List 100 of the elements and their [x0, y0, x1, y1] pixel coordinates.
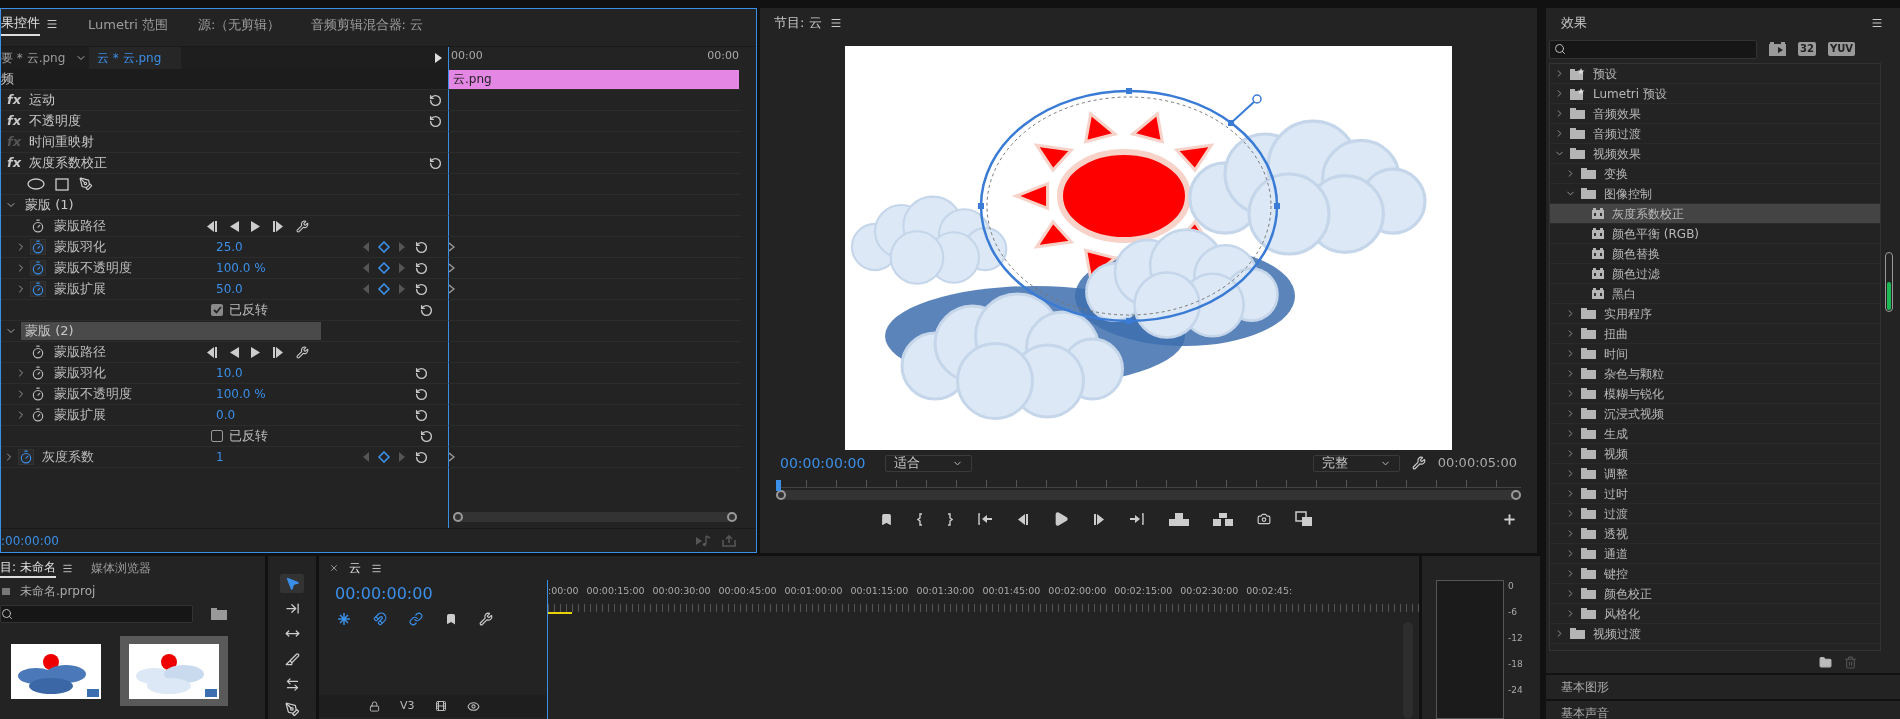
effect-toggle[interactable]: fx — [7, 111, 29, 131]
tree-item[interactable]: 生成 — [1550, 424, 1880, 444]
stopwatch-icon[interactable] — [19, 450, 33, 464]
go-to-next-icon[interactable] — [272, 220, 284, 232]
reset-icon[interactable] — [415, 282, 428, 296]
panel-tab[interactable]: 媒体浏览器 — [90, 559, 151, 577]
tree-item[interactable]: 颜色校正 — [1550, 584, 1880, 604]
tree-item[interactable]: 实用程序 — [1550, 304, 1880, 324]
play-icon[interactable] — [251, 346, 260, 358]
tree-item[interactable]: 通道 — [1550, 544, 1880, 564]
tree-item[interactable]: 预设 — [1550, 64, 1880, 84]
tree-item[interactable]: 透视 — [1550, 524, 1880, 544]
panel-title[interactable]: 节目: 云 — [774, 13, 822, 33]
stopwatch-icon[interactable] — [31, 282, 45, 296]
camera-icon[interactable] — [1257, 512, 1271, 526]
tree-item[interactable]: 音频过渡 — [1550, 124, 1880, 144]
marker-icon[interactable] — [445, 613, 457, 625]
keyframe-navigator-icon[interactable] — [361, 241, 407, 253]
reset-icon[interactable] — [429, 93, 442, 107]
property-value[interactable]: 10.0 — [216, 364, 361, 382]
menu-icon[interactable] — [829, 17, 842, 29]
effect-toggle[interactable]: fx — [7, 153, 29, 173]
tree-item[interactable]: 时间 — [1550, 344, 1880, 364]
wrench-icon[interactable] — [1411, 456, 1426, 470]
reset-icon[interactable] — [429, 156, 442, 170]
wrench-icon[interactable] — [296, 219, 309, 233]
tree-item[interactable]: 过渡 — [1550, 504, 1880, 524]
collapsed-panel[interactable]: 基本图形 — [1546, 675, 1900, 699]
go-to-in-icon[interactable] — [977, 513, 993, 525]
step-back-icon[interactable] — [1017, 513, 1029, 525]
compare-icon[interactable] — [1295, 511, 1313, 527]
panel-title[interactable]: 效果 — [1561, 13, 1587, 33]
eye-icon[interactable] — [466, 699, 480, 713]
reset-icon[interactable] — [415, 408, 428, 422]
tree-item[interactable]: 视频过渡 — [1550, 624, 1880, 644]
tree-item[interactable]: Lumetri 预设 — [1550, 84, 1880, 104]
tree-item[interactable]: 颜色过滤 — [1550, 264, 1880, 284]
rectangle-mask-icon[interactable] — [55, 177, 69, 191]
checkbox[interactable] — [211, 304, 223, 316]
go-to-previous-icon[interactable] — [206, 346, 218, 358]
tree-item[interactable]: 杂色与颗粒 — [1550, 364, 1880, 384]
reset-icon[interactable] — [415, 366, 428, 380]
link-icon[interactable] — [409, 612, 423, 626]
magnet-icon[interactable] — [373, 612, 387, 626]
tree-item[interactable]: 扭曲 — [1550, 324, 1880, 344]
stopwatch-icon[interactable] — [31, 408, 45, 422]
marker-icon[interactable] — [880, 512, 893, 526]
reset-icon[interactable] — [415, 387, 428, 401]
tree-item[interactable]: 沉浸式视频 — [1550, 404, 1880, 424]
collapsed-panel[interactable]: 基本声音 — [1546, 701, 1900, 719]
go-to-previous-icon[interactable] — [206, 220, 218, 232]
tree-item[interactable]: 颜色平衡 (RGB) — [1550, 224, 1880, 244]
panel-tab[interactable]: 果控件 — [1, 12, 40, 36]
clip-thumbnail[interactable] — [120, 636, 228, 706]
tree-item[interactable]: 过时 — [1550, 484, 1880, 504]
extract-icon[interactable] — [1213, 512, 1233, 526]
pointer-icon[interactable] — [280, 574, 304, 594]
reset-icon[interactable] — [420, 303, 433, 317]
sync-lock-icon[interactable] — [434, 700, 447, 712]
menu-icon[interactable] — [46, 18, 58, 31]
stopwatch-icon[interactable] — [31, 345, 45, 359]
tree-item[interactable]: 风格化 — [1550, 604, 1880, 624]
go-to-out-icon[interactable] — [1129, 513, 1145, 525]
zoom-dropdown[interactable]: 适合 — [885, 454, 972, 472]
property-value[interactable]: 50.0 — [216, 280, 361, 298]
mark-out-icon[interactable] — [947, 512, 953, 526]
tree-item[interactable]: 变换 — [1550, 164, 1880, 184]
menu-icon[interactable] — [61, 562, 73, 574]
filter-button[interactable]: 32 — [1798, 42, 1816, 56]
time-ruler[interactable]: 00:00 00:00 — [448, 47, 741, 69]
play-icon[interactable] — [1053, 511, 1069, 527]
reset-icon[interactable] — [415, 240, 428, 254]
pen-icon[interactable] — [79, 177, 93, 191]
tree-item[interactable]: 黑白 — [1550, 284, 1880, 304]
new-folder-icon[interactable] — [1819, 655, 1832, 669]
nest-icon[interactable] — [337, 612, 351, 626]
mark-in-icon[interactable] — [917, 512, 923, 526]
keyframe-navigator-icon[interactable] — [361, 262, 407, 274]
stopwatch-icon[interactable] — [31, 219, 45, 233]
property-value[interactable]: 1 — [216, 448, 361, 466]
stopwatch-icon[interactable] — [31, 261, 45, 275]
master-clip-tab[interactable]: 要 * 云.png — [1, 49, 73, 67]
menu-icon[interactable] — [1871, 17, 1883, 29]
play-backward-icon[interactable] — [230, 220, 239, 232]
mask-label[interactable]: 蒙版 (2) — [21, 322, 321, 340]
zoom-scrollbar[interactable] — [453, 512, 737, 522]
tree-item[interactable]: 视频 — [1550, 444, 1880, 464]
effect-toggle[interactable]: fx — [7, 90, 29, 110]
tree-item[interactable]: 灰度系数校正 — [1550, 204, 1880, 224]
play-icon[interactable] — [435, 53, 442, 63]
lift-icon[interactable] — [1169, 512, 1189, 526]
tree-item[interactable]: 键控 — [1550, 564, 1880, 584]
sequence-tab[interactable]: 云 — [349, 559, 361, 577]
reset-icon[interactable] — [415, 450, 428, 464]
menu-icon[interactable] — [371, 562, 382, 574]
filter-button[interactable]: YUV — [1827, 42, 1856, 56]
stopwatch-icon[interactable] — [31, 366, 45, 380]
mask-label[interactable]: 蒙版 (1) — [21, 196, 78, 214]
wrench-icon[interactable] — [296, 345, 309, 359]
sequence-timecode[interactable]: 00:00:00:00 — [319, 582, 547, 606]
